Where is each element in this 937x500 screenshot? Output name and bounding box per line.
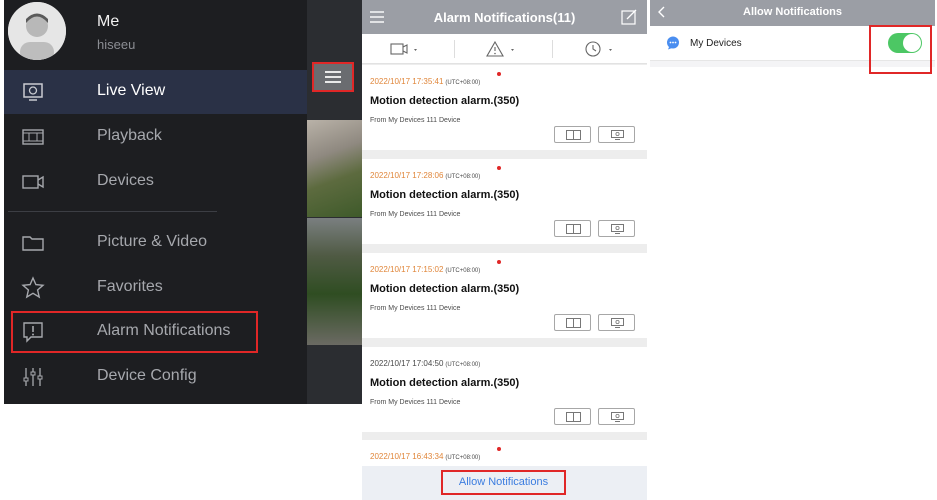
camera-icon bbox=[22, 175, 44, 189]
star-icon bbox=[21, 276, 45, 299]
playback-button[interactable] bbox=[554, 220, 591, 237]
notification-source: From My Devices 111 Device bbox=[370, 117, 461, 124]
unread-dot bbox=[497, 166, 501, 170]
sliders-icon bbox=[23, 368, 43, 386]
live-view-button[interactable] bbox=[598, 314, 635, 331]
menu-item-picture-video[interactable]: Picture & Video bbox=[4, 221, 307, 265]
playback-icon bbox=[566, 318, 581, 328]
monitor-icon bbox=[23, 83, 43, 101]
live-view-button[interactable] bbox=[598, 220, 635, 237]
device-group-label: My Devices bbox=[690, 38, 742, 49]
unread-dot bbox=[497, 260, 501, 264]
notification-time: 2022/10/17 17:28:06 (UTC+08:00) bbox=[370, 171, 481, 180]
header-bar: Allow Notifications bbox=[650, 0, 935, 26]
header-bar: Alarm Notifications(11) bbox=[362, 0, 647, 34]
user-account: hiseeu bbox=[97, 37, 136, 52]
menu-item-label: Devices bbox=[97, 172, 154, 189]
list-menu-button[interactable] bbox=[312, 62, 354, 92]
notification-card[interactable]: 2022/10/17 17:15:02 (UTC+08:00) Motion de… bbox=[362, 253, 647, 338]
page-title: Allow Notifications bbox=[743, 6, 842, 18]
menu-item-favorites[interactable]: Favorites bbox=[4, 266, 307, 310]
film-icon bbox=[22, 129, 44, 145]
monitor-icon bbox=[611, 412, 624, 422]
camera-thumbnail[interactable] bbox=[307, 120, 363, 217]
playback-button[interactable] bbox=[554, 314, 591, 331]
monitor-icon bbox=[611, 318, 624, 328]
highlight-box bbox=[869, 25, 932, 74]
filter-bar bbox=[362, 34, 647, 64]
notification-title: Motion detection alarm.(350) bbox=[370, 377, 520, 389]
notification-title: Motion detection alarm.(350) bbox=[370, 95, 520, 107]
highlight-box bbox=[11, 311, 258, 353]
menu-item-label: Favorites bbox=[97, 278, 163, 295]
menu-item-label: Playback bbox=[97, 127, 162, 144]
notification-source: From My Devices 111 Device bbox=[370, 399, 461, 406]
live-view-button[interactable] bbox=[598, 408, 635, 425]
time-filter-icon[interactable] bbox=[584, 40, 618, 58]
alarm-notifications-screen: Alarm Notifications(11) 2022/10/17 17:35… bbox=[362, 0, 647, 500]
notification-time: 2022/10/17 17:04:50 (UTC+08:00) bbox=[370, 359, 481, 368]
side-menu-screen: Me hiseeu Live View Playback Devices Pic… bbox=[4, 0, 363, 404]
menu-item-device-config[interactable]: Device Config bbox=[4, 355, 307, 399]
notification-title: Motion detection alarm.(350) bbox=[370, 189, 520, 201]
allow-notifications-screen: Allow Notifications My Devices bbox=[650, 0, 935, 500]
notification-source: From My Devices 111 Device bbox=[370, 305, 461, 312]
page-title: Alarm Notifications(11) bbox=[433, 10, 576, 25]
menu-item-label: Live View bbox=[97, 82, 166, 99]
notification-title: Motion detection alarm.(350) bbox=[370, 283, 520, 295]
camera-thumbnail[interactable] bbox=[307, 218, 363, 345]
unread-dot bbox=[497, 72, 501, 76]
menu-item-label: Device Config bbox=[97, 367, 197, 384]
avatar[interactable] bbox=[8, 2, 66, 60]
live-view-preview bbox=[307, 0, 363, 404]
menu-divider bbox=[8, 211, 217, 212]
playback-icon bbox=[566, 412, 581, 422]
playback-button[interactable] bbox=[554, 126, 591, 143]
notification-time: 2022/10/17 17:15:02 (UTC+08:00) bbox=[370, 265, 481, 274]
menu-item-devices[interactable]: Devices bbox=[4, 160, 307, 204]
notification-time: 2022/10/17 16:43:34 (UTC+08:00) bbox=[370, 452, 481, 461]
edit-icon[interactable] bbox=[621, 9, 637, 25]
alarm-type-filter-icon[interactable] bbox=[486, 40, 520, 58]
device-filter-icon[interactable] bbox=[390, 40, 422, 58]
notification-card[interactable]: 2022/10/17 17:35:41 (UTC+08:00) Motion de… bbox=[362, 65, 647, 150]
footer-bar: Allow Notifications bbox=[362, 466, 647, 500]
side-menu: Me hiseeu Live View Playback Devices Pic… bbox=[4, 0, 307, 404]
user-name: Me bbox=[97, 13, 120, 30]
playback-icon bbox=[566, 130, 581, 140]
folder-icon bbox=[22, 236, 44, 251]
unread-dot bbox=[497, 447, 501, 451]
playback-button[interactable] bbox=[554, 408, 591, 425]
menu-item-live-view[interactable]: Live View bbox=[4, 70, 307, 114]
monitor-icon bbox=[611, 130, 624, 140]
notification-card[interactable]: 2022/10/17 17:04:50 (UTC+08:00) Motion de… bbox=[362, 347, 647, 432]
allow-notifications-button[interactable]: Allow Notifications bbox=[441, 470, 566, 495]
live-view-button[interactable] bbox=[598, 126, 635, 143]
monitor-icon bbox=[611, 224, 624, 234]
menu-item-label: Picture & Video bbox=[97, 233, 207, 250]
menu-item-playback[interactable]: Playback bbox=[4, 115, 307, 159]
notification-card[interactable]: 2022/10/17 17:28:06 (UTC+08:00) Motion de… bbox=[362, 159, 647, 244]
chat-bubble-icon bbox=[667, 36, 679, 50]
notification-time: 2022/10/17 17:35:41 (UTC+08:00) bbox=[370, 77, 481, 86]
notification-source: From My Devices 111 Device bbox=[370, 211, 461, 218]
playback-icon bbox=[566, 224, 581, 234]
